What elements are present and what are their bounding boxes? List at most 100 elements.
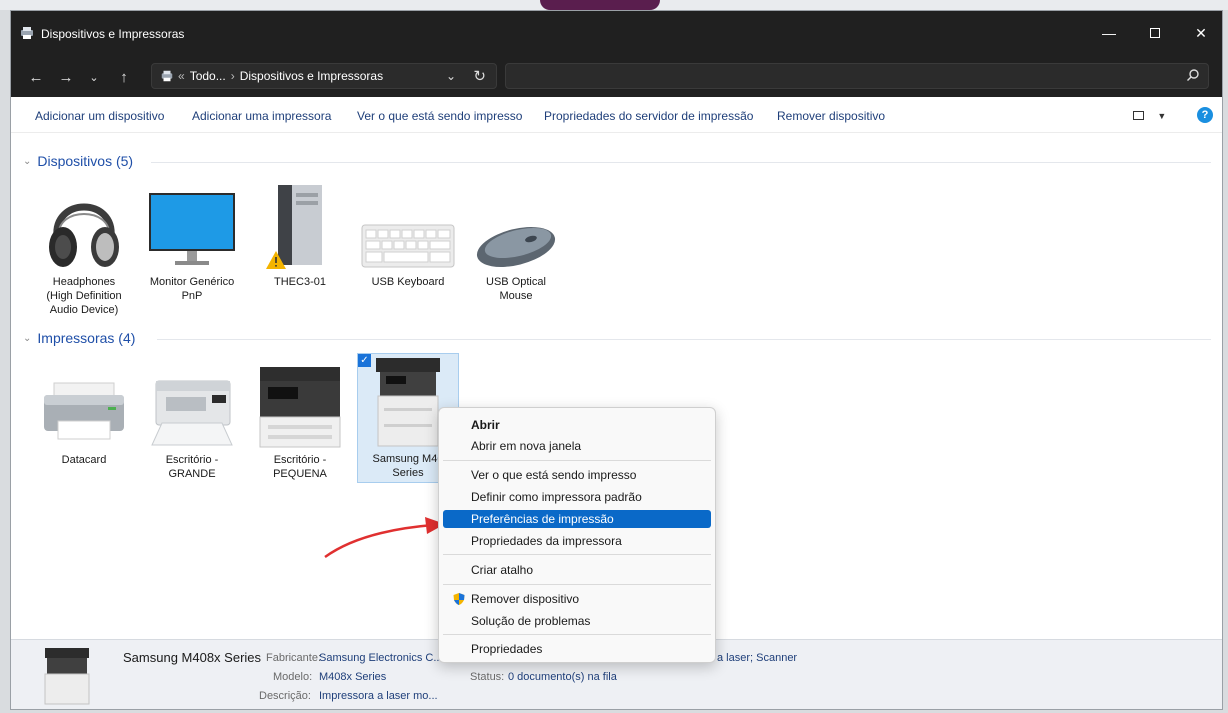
- chevron-down-icon: ⌄: [89, 71, 99, 84]
- menu-separator: [443, 584, 711, 585]
- menu-item-properties[interactable]: Propriedades: [443, 640, 711, 658]
- help-icon[interactable]: ?: [1197, 107, 1213, 123]
- up-button[interactable]: ↑: [113, 67, 135, 87]
- menu-separator: [443, 554, 711, 555]
- devices-printers-window: Dispositivos e Impressoras — ✕ ← → ⌄ ↑ «…: [10, 10, 1223, 710]
- up-arrow-icon: ↑: [120, 68, 128, 86]
- menu-item-open[interactable]: Abrir: [443, 416, 711, 434]
- breadcrumb-devices-printers[interactable]: Dispositivos e Impressoras: [240, 69, 383, 83]
- add-device-button[interactable]: Adicionar um dispositivo: [35, 109, 164, 123]
- printer-icon: [44, 648, 90, 705]
- window-title: Dispositivos e Impressoras: [41, 27, 185, 41]
- monitor-icon: [149, 193, 235, 265]
- group-title-printers: Impressoras (4): [37, 330, 136, 346]
- details-status-label: Status:: [470, 671, 505, 683]
- chevron-down-icon: ⌄: [23, 332, 32, 344]
- headphones-icon: [49, 203, 119, 267]
- path-breadcrumb[interactable]: « Todo... › Dispositivos e Impressoras ⌄…: [151, 63, 497, 89]
- refresh-icon[interactable]: ↻: [473, 67, 486, 85]
- address-bar: ← → ⌄ ↑ « Todo... › Dispositivos e Impre…: [11, 55, 1222, 97]
- device-label-line: Escritório -: [273, 454, 327, 466]
- see-whats-printing-button[interactable]: Ver o que está sendo impresso: [357, 109, 522, 123]
- change-view-button[interactable]: ▼: [1133, 108, 1166, 122]
- menu-item-label: Remover dispositivo: [471, 592, 580, 606]
- details-description-value: Impressora a laser mo...: [319, 690, 438, 702]
- address-dropdown-icon[interactable]: ⌄: [446, 69, 456, 83]
- menu-item-open-new-window[interactable]: Abrir em nova janela: [443, 437, 711, 455]
- group-divider: [157, 339, 1211, 340]
- command-bar: Adicionar um dispositivo Adicionar uma i…: [11, 97, 1222, 133]
- details-description-label: Descrição:: [259, 690, 311, 702]
- device-label-line: USB Keyboard: [371, 276, 445, 288]
- view-icon: [1133, 111, 1144, 121]
- details-model-value: M408x Series: [319, 671, 387, 683]
- computer-icon: [266, 185, 322, 269]
- back-button[interactable]: ←: [25, 67, 47, 87]
- printer-icon: [259, 367, 341, 448]
- close-icon: ✕: [1195, 24, 1207, 41]
- mouse-icon: [476, 227, 556, 267]
- device-label-line: Mouse: [499, 290, 533, 302]
- group-divider: [151, 162, 1211, 163]
- uac-shield-icon: [453, 593, 465, 605]
- title-bar: Dispositivos e Impressoras — ✕: [11, 11, 1222, 55]
- menu-item-remove-device[interactable]: Remover dispositivo: [443, 590, 711, 608]
- printer-escritorio-pequena[interactable]: Escritório - PEQUENA: [249, 359, 351, 481]
- printer-icon: [376, 358, 440, 447]
- recent-locations-button[interactable]: ⌄: [83, 67, 105, 87]
- details-manufacturer-label: Fabricante:: [266, 652, 322, 664]
- device-monitor[interactable]: Monitor Genérico PnP: [141, 181, 243, 303]
- context-menu: Abrir Abrir em nova janela Ver o que est…: [438, 407, 716, 663]
- printer-icon: [151, 380, 233, 446]
- device-usb-mouse[interactable]: USB Optical Mouse: [465, 181, 567, 303]
- checkbox-checked-icon[interactable]: ✓: [358, 354, 371, 367]
- forward-button[interactable]: →: [55, 67, 77, 87]
- device-label-line: Audio Device): [49, 304, 119, 316]
- device-usb-keyboard[interactable]: USB Keyboard: [357, 181, 459, 289]
- breadcrumb-todo[interactable]: Todo...: [190, 69, 226, 83]
- device-label-line: Escritório -: [165, 454, 219, 466]
- group-title-devices: Dispositivos (5): [37, 153, 134, 169]
- minimize-button[interactable]: —: [1086, 11, 1132, 55]
- details-manufacturer-value: Samsung Electronics C...: [319, 652, 443, 664]
- details-model-label: Modelo:: [273, 671, 313, 683]
- device-label-line: Headphones: [52, 276, 116, 288]
- close-button[interactable]: ✕: [1178, 11, 1222, 55]
- device-label-line: Datacard: [61, 454, 107, 466]
- maximize-button[interactable]: [1132, 11, 1178, 55]
- details-device-name: Samsung M408x Series: [123, 650, 262, 665]
- device-headphones[interactable]: Headphones (High Definition Audio Device…: [33, 181, 135, 317]
- breadcrumb-overflow[interactable]: «: [178, 69, 185, 83]
- maximize-icon: [1150, 28, 1160, 38]
- group-header-printers[interactable]: ⌄ Impressoras (4): [23, 330, 135, 346]
- printer-escritorio-grande[interactable]: Escritório - GRANDE: [141, 359, 243, 481]
- menu-item-create-shortcut[interactable]: Criar atalho: [443, 561, 711, 579]
- devices-printers-app-icon: [21, 27, 33, 39]
- printer-datacard[interactable]: Datacard: [33, 359, 135, 467]
- details-category-value: a laser; Scanner: [717, 652, 798, 664]
- menu-item-printer-properties[interactable]: Propriedades da impressora: [443, 532, 711, 550]
- annotation-arrow-icon: [324, 517, 445, 559]
- back-arrow-icon: ←: [28, 68, 44, 86]
- remove-device-button[interactable]: Remover dispositivo: [777, 109, 885, 123]
- search-input[interactable]: [505, 63, 1209, 89]
- details-status-value: 0 documento(s) na fila: [508, 671, 617, 683]
- minimize-icon: —: [1102, 25, 1116, 41]
- device-label-line: GRANDE: [168, 468, 216, 480]
- menu-item-set-default-printer[interactable]: Definir como impressora padrão: [443, 488, 711, 506]
- printer-icon: [44, 382, 124, 440]
- desktop-wallpaper-decoration: [540, 0, 660, 10]
- group-header-devices[interactable]: ⌄ Dispositivos (5): [23, 153, 133, 169]
- device-computer-thec3-01[interactable]: THEC3-01: [249, 181, 351, 289]
- menu-item-see-printing[interactable]: Ver o que está sendo impresso: [443, 466, 711, 484]
- print-server-properties-button[interactable]: Propriedades do servidor de impressão: [544, 109, 753, 123]
- device-label-line: USB Optical: [486, 276, 546, 288]
- device-label-line: PEQUENA: [273, 468, 327, 480]
- menu-separator: [443, 460, 711, 461]
- add-printer-button[interactable]: Adicionar uma impressora: [192, 109, 331, 123]
- menu-item-printing-preferences[interactable]: Preferências de impressão: [443, 510, 711, 528]
- forward-arrow-icon: →: [58, 68, 74, 86]
- menu-item-troubleshoot[interactable]: Solução de problemas: [443, 612, 711, 630]
- devices-printers-location-icon: [161, 70, 173, 82]
- menu-separator: [443, 634, 711, 635]
